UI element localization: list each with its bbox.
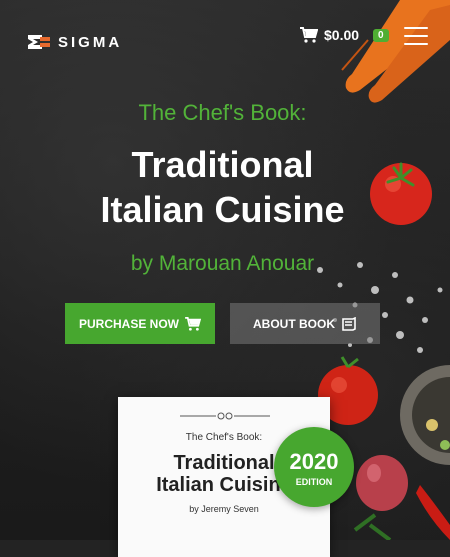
onion-decoration bbox=[353, 455, 408, 540]
cart-button[interactable]: $0.00 0 bbox=[300, 27, 389, 43]
chili-decoration bbox=[416, 485, 450, 540]
ornament-icon bbox=[180, 412, 270, 420]
purchase-now-button[interactable]: PURCHASE NOW bbox=[65, 303, 215, 344]
brand-logo[interactable]: SIGMA bbox=[26, 33, 122, 51]
book-icon bbox=[342, 316, 356, 331]
cart-total: $0.00 bbox=[324, 27, 360, 43]
brand-name: SIGMA bbox=[58, 33, 123, 51]
edition-badge: 2020 EDITION bbox=[274, 427, 354, 507]
hero-title: Traditional Italian Cuisine bbox=[0, 142, 445, 232]
edition-year: 2020 bbox=[289, 449, 339, 474]
about-book-label: ABOUT BOOK bbox=[253, 316, 335, 331]
hero-title-line: Traditional bbox=[131, 144, 314, 185]
about-book-button[interactable]: ABOUT BOOK bbox=[230, 303, 380, 344]
purchase-now-label: PURCHASE NOW bbox=[78, 316, 179, 331]
cart-icon bbox=[185, 316, 201, 331]
edition-label: EDITION bbox=[295, 477, 333, 487]
book-author: by Jeremy Seven bbox=[189, 504, 259, 514]
menu-bar bbox=[404, 43, 428, 45]
cart-count-badge: 0 bbox=[373, 28, 389, 42]
sigma-logo-icon bbox=[28, 35, 50, 49]
hamburger-menu-icon[interactable] bbox=[404, 27, 428, 45]
hero-author: by Marouan Anouar bbox=[130, 252, 315, 275]
hero-title-line: Italian Cuisine bbox=[100, 189, 345, 230]
cart-icon bbox=[300, 27, 318, 43]
carrots-decoration bbox=[341, 0, 450, 103]
menu-bar bbox=[404, 35, 428, 37]
hero-kicker: The Chef's Book: bbox=[138, 100, 307, 125]
menu-bar bbox=[404, 27, 428, 29]
